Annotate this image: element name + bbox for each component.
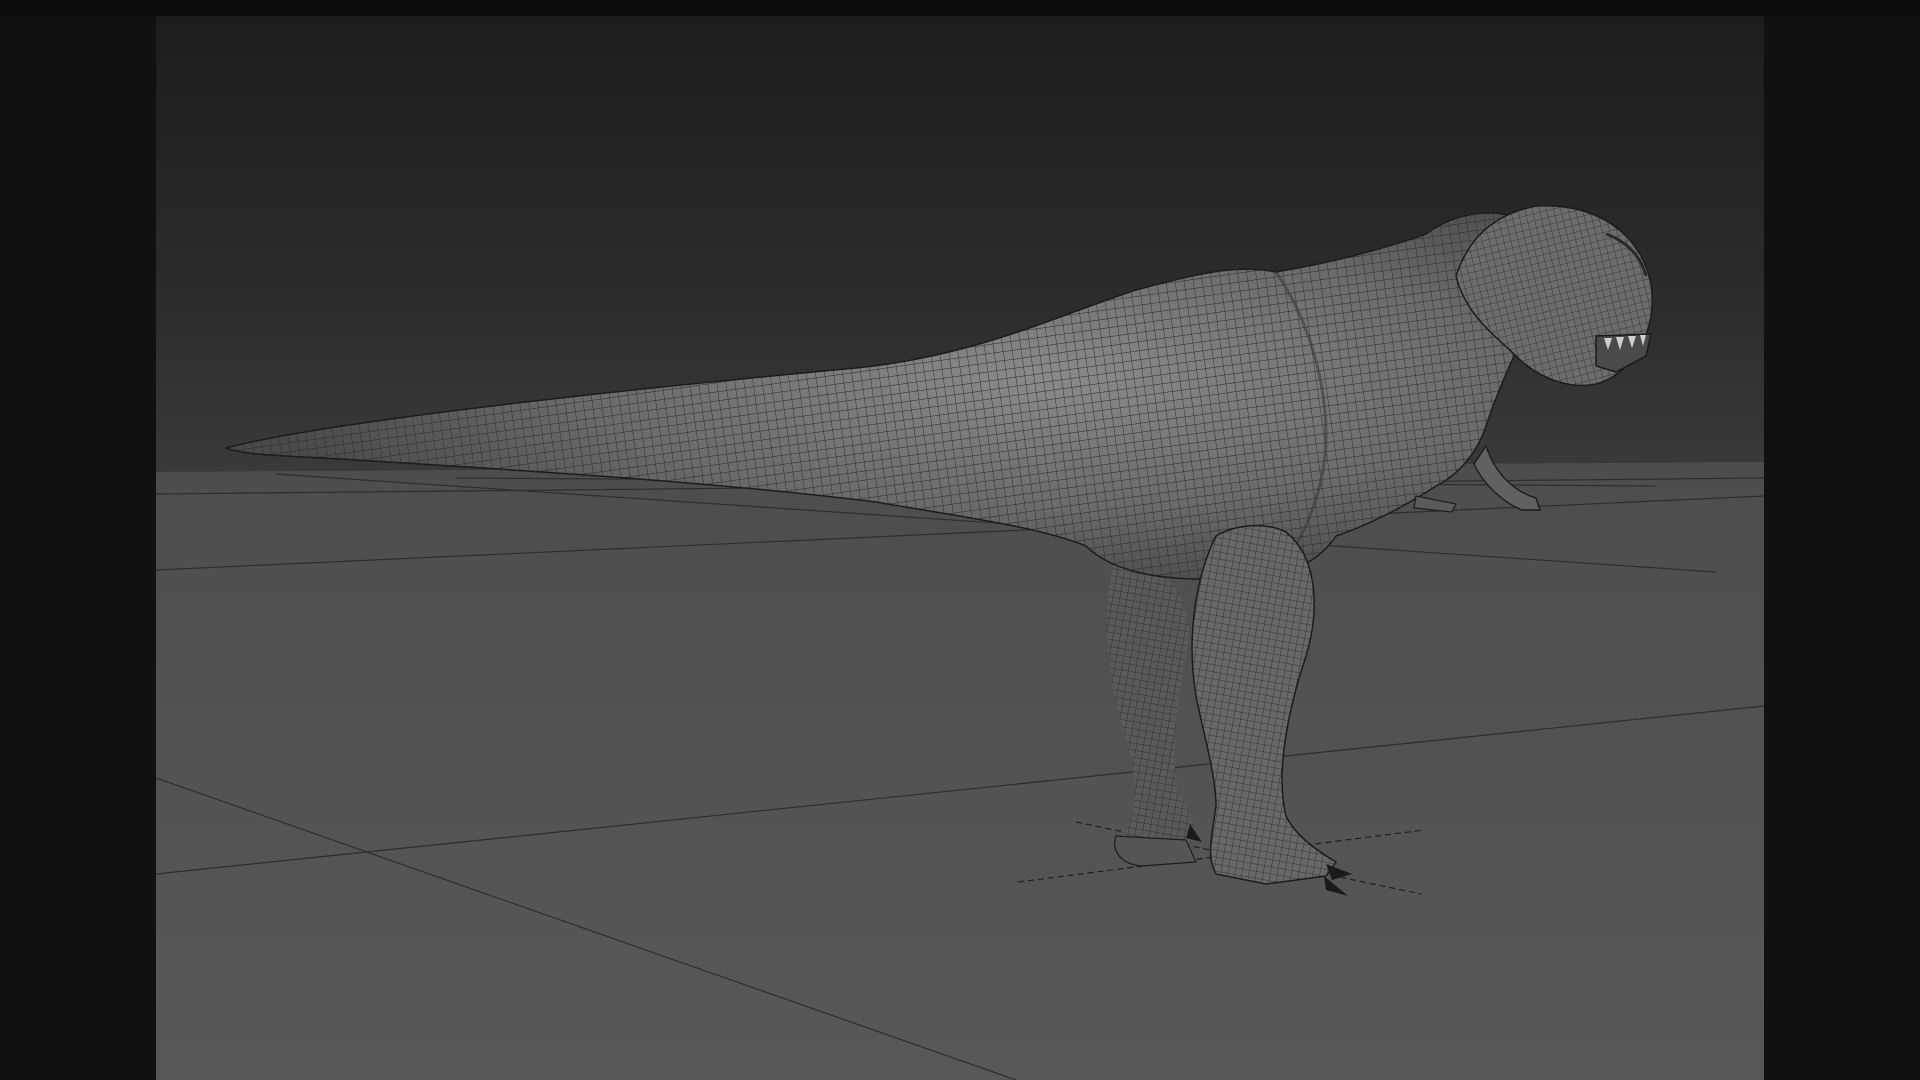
- letterbox-top: [0, 0, 1920, 16]
- far-foot: [1114, 835, 1197, 867]
- app-window: [0, 0, 1920, 1080]
- viewport-canvas[interactable]: [156, 16, 1764, 1080]
- ground-plane: [156, 462, 1764, 1080]
- 3d-viewport[interactable]: [156, 16, 1764, 1080]
